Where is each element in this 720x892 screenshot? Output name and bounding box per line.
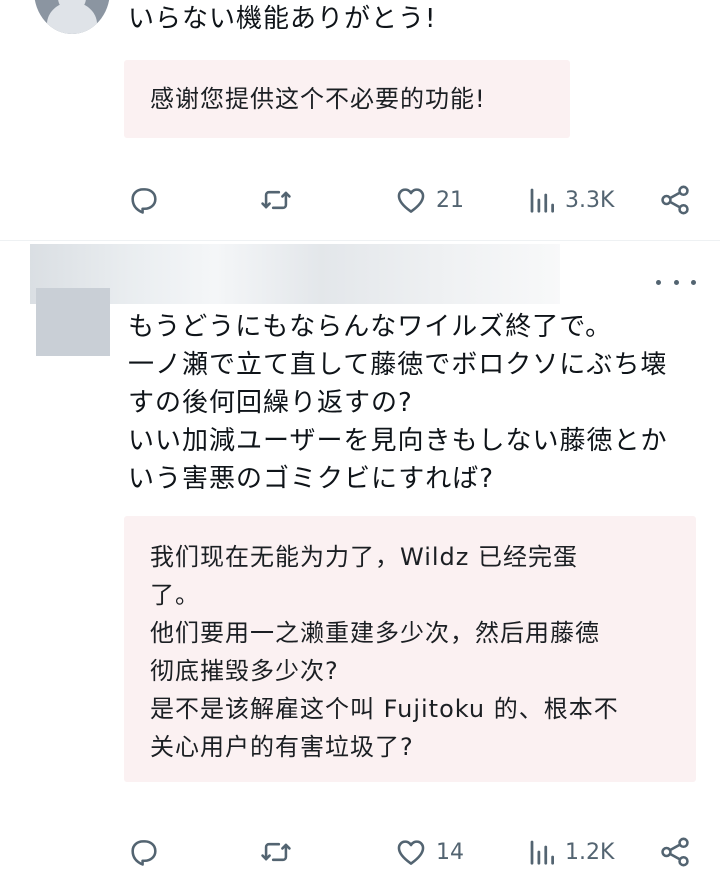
post-action-bar: 14 1.2K <box>0 830 720 874</box>
translation-line: 感谢您提供这个不必要的功能! <box>150 85 486 113</box>
post-text-line: いらない機能ありがとう! <box>128 4 437 34</box>
like-count: 14 <box>436 839 464 865</box>
like-count: 21 <box>436 187 464 213</box>
share-button[interactable] <box>658 178 692 222</box>
divider <box>0 240 720 241</box>
post-text-line: 一ノ瀬で立て直して藤徳でボロクソにぶち壊 <box>128 350 668 380</box>
repost-arrows-icon <box>258 835 294 869</box>
share-button[interactable] <box>658 830 692 874</box>
like-button[interactable]: 14 <box>394 830 464 874</box>
post-text-line: いう害悪のゴミクビにすれば? <box>128 464 495 494</box>
share-icon <box>658 835 692 869</box>
translation-line: 他们要用一之濑重建多少次，然后用藤德 <box>150 619 600 647</box>
translation-line: 我们现在无能为力了，Wildz 已经完蛋 <box>150 543 578 571</box>
heart-icon <box>394 835 428 869</box>
post-text: もうどうにもならんなワイルズ終了で。 一ノ瀬で立て直して藤徳でボロクソにぶち壊 … <box>128 308 667 498</box>
heart-icon <box>394 183 428 217</box>
bar-chart-icon <box>527 835 557 869</box>
repost-button[interactable] <box>258 178 294 222</box>
share-icon <box>658 183 692 217</box>
post-text: いらない機能ありがとう! <box>128 0 436 38</box>
repost-arrows-icon <box>258 183 294 217</box>
avatar[interactable] <box>36 288 110 356</box>
view-count: 1.2K <box>565 839 615 865</box>
avatar[interactable] <box>34 0 110 34</box>
bar-chart-icon <box>527 183 557 217</box>
like-button[interactable]: 21 <box>394 178 464 222</box>
translation-line: 是不是该解雇这个叫 Fujitoku 的、根本不 <box>150 695 619 723</box>
view-count: 3.3K <box>565 187 615 213</box>
repost-button[interactable] <box>258 830 294 874</box>
views-button[interactable]: 3.3K <box>527 178 614 222</box>
translation-line: 关心用户的有害垃圾了? <box>150 733 414 761</box>
more-options-icon[interactable] <box>656 270 696 294</box>
post-text-line: もうどうにもならんなワイルズ終了で。 <box>128 312 613 342</box>
post-text-line: すの後何回繰り返すの? <box>128 388 413 418</box>
post-action-bar: 21 3.3K <box>0 178 720 222</box>
translation-text: 感谢您提供这个不必要的功能! <box>150 80 486 118</box>
views-button[interactable]: 1.2K <box>527 830 614 874</box>
translation-line: 了。 <box>150 581 200 609</box>
speech-bubble-icon <box>127 183 161 217</box>
translation-text: 我们现在无能为力了，Wildz 已经完蛋 了。 他们要用一之濑重建多少次，然后用… <box>150 538 619 766</box>
reply-button[interactable] <box>127 178 161 222</box>
reply-button[interactable] <box>127 830 161 874</box>
speech-bubble-icon <box>127 835 161 869</box>
post-text-line: いい加減ユーザーを見向きもしない藤徳とか <box>128 426 668 456</box>
translation-line: 彻底摧毁多少次? <box>150 657 339 685</box>
